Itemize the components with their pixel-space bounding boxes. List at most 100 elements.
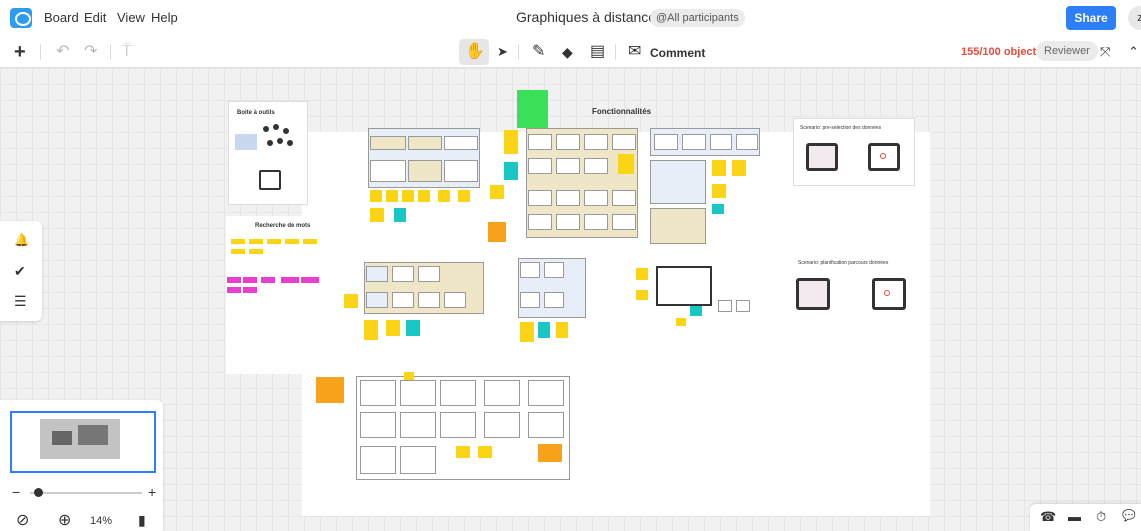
sticky-note[interactable] [556, 322, 568, 338]
sticky-note[interactable] [404, 372, 414, 380]
sticky-note[interactable] [301, 277, 319, 283]
timer-icon[interactable]: ⏱ [1096, 509, 1106, 525]
sticky-note[interactable] [243, 277, 257, 283]
storyboard-panel[interactable] [528, 412, 564, 438]
storyboard-panel[interactable] [444, 160, 478, 182]
format-painter-icon[interactable]: ⍑ [122, 42, 132, 62]
storyboard-panel[interactable] [556, 214, 580, 230]
menu-edit[interactable]: Edit [84, 10, 106, 25]
storyboard-panel[interactable] [408, 160, 442, 182]
minimap-viewport[interactable] [10, 411, 156, 473]
storyboard-panel[interactable] [484, 412, 520, 438]
storyboard-panel[interactable] [612, 134, 636, 150]
storyboard-panel[interactable] [544, 292, 564, 308]
storyboard-panel[interactable] [370, 136, 406, 150]
storyboard-panel[interactable] [528, 158, 552, 174]
storyboard-panel[interactable] [736, 300, 750, 312]
chat-icon[interactable]: 💬 [1122, 509, 1136, 522]
storyboard-panel[interactable] [556, 190, 580, 206]
scenario-preselection-frame[interactable]: Scenario: pre-selection des données [793, 118, 915, 186]
board-title[interactable]: Graphiques à distance [516, 9, 656, 25]
sticky-note[interactable] [490, 185, 504, 199]
menu-help[interactable]: Help [151, 10, 178, 25]
storyboard-panel[interactable] [408, 136, 442, 150]
add-icon[interactable]: + [14, 42, 26, 62]
storyboard-panel[interactable] [400, 380, 436, 406]
sticky-note[interactable] [227, 287, 241, 293]
green-todo-note[interactable] [517, 90, 548, 128]
select-icon[interactable]: ➤ [497, 42, 508, 62]
sticky-note[interactable] [261, 277, 275, 283]
storyboard-panel[interactable] [650, 208, 706, 244]
screen-share-icon[interactable]: ▬ [1068, 509, 1081, 524]
storyboard-panel[interactable] [584, 158, 608, 174]
sticky-note[interactable] [344, 294, 358, 308]
undo-icon[interactable]: ↶ [56, 42, 69, 62]
sticky-note[interactable] [303, 239, 317, 244]
sticky-note[interactable] [285, 239, 299, 244]
sticky-note[interactable] [267, 239, 281, 244]
storyboard-panel[interactable] [528, 134, 552, 150]
zoom-in-button[interactable]: + [148, 484, 156, 500]
storyboard-panel[interactable] [528, 190, 552, 206]
sticky-note[interactable] [712, 184, 726, 198]
sticky-note[interactable] [386, 320, 400, 336]
sticky-note[interactable] [618, 154, 634, 174]
call-icon[interactable]: ☎ [1040, 509, 1056, 525]
list-icon[interactable]: ☰ [14, 293, 27, 310]
recherche-frame[interactable]: Recherche de mots [227, 219, 323, 299]
storyboard-panel[interactable] [366, 266, 388, 282]
sticky-note[interactable] [231, 239, 245, 244]
storyboard-panel[interactable] [544, 262, 564, 278]
collapse-icon[interactable]: ⌃ [1128, 42, 1139, 62]
storyboard-panel[interactable] [520, 262, 540, 278]
checkmark-icon[interactable]: ✔ [14, 263, 26, 280]
sticky-note[interactable] [243, 287, 257, 293]
share-button[interactable]: Share [1066, 6, 1116, 30]
sticky-note[interactable] [538, 444, 562, 462]
sticky-note[interactable] [676, 318, 686, 326]
comment-icon[interactable]: ✉ [628, 42, 641, 62]
storyboard-panel[interactable] [370, 160, 406, 182]
reviewer-button[interactable]: Reviewer [1036, 41, 1098, 61]
storyboard-panel[interactable] [682, 134, 706, 150]
storyboard-panel[interactable] [392, 292, 414, 308]
storyboard-frame[interactable] [650, 160, 706, 204]
menu-view[interactable]: View [117, 10, 145, 25]
sticky-note[interactable] [520, 322, 534, 342]
sticky-note[interactable] [249, 239, 263, 244]
storyboard-panel[interactable] [392, 266, 414, 282]
storyboard-panel[interactable] [418, 266, 440, 282]
storyboard-panel[interactable] [612, 190, 636, 206]
sticky-note[interactable] [370, 208, 384, 222]
pen-icon[interactable]: ✎ [532, 42, 545, 62]
sticky-note[interactable] [456, 446, 470, 458]
storyboard-panel[interactable] [444, 136, 478, 150]
sticky-note[interactable] [712, 204, 724, 214]
sticky-note[interactable] [504, 130, 518, 154]
zoom-out-button[interactable]: − [12, 484, 20, 500]
storyboard-panel[interactable] [360, 412, 396, 438]
storyboard-panel[interactable] [366, 292, 388, 308]
storyboard-panel[interactable] [360, 380, 396, 406]
storyboard-panel[interactable] [440, 412, 476, 438]
notification-bell-icon[interactable]: 🔔 [14, 233, 29, 247]
storyboard-panel[interactable] [520, 292, 540, 308]
sticky-note[interactable] [732, 160, 746, 176]
sticky-note[interactable] [231, 249, 245, 254]
storyboard-panel[interactable] [612, 214, 636, 230]
zoom-slider-thumb[interactable] [34, 488, 43, 497]
storyboard-panel[interactable] [400, 412, 436, 438]
storyboard-panel[interactable] [584, 214, 608, 230]
storyboard-panel[interactable] [718, 300, 732, 312]
storyboard-panel[interactable] [656, 266, 712, 306]
sticky-note[interactable] [712, 160, 726, 176]
sticky-note[interactable] [636, 290, 648, 300]
storyboard-panel[interactable] [736, 134, 758, 150]
sticky-note[interactable] [690, 306, 702, 316]
participants-badge[interactable]: @All participants [650, 9, 745, 27]
sticky-note[interactable] [418, 190, 430, 202]
avatar[interactable]: z [1128, 6, 1141, 30]
hand-icon[interactable]: ✋ [465, 42, 485, 62]
storyboard-panel[interactable] [710, 134, 732, 150]
